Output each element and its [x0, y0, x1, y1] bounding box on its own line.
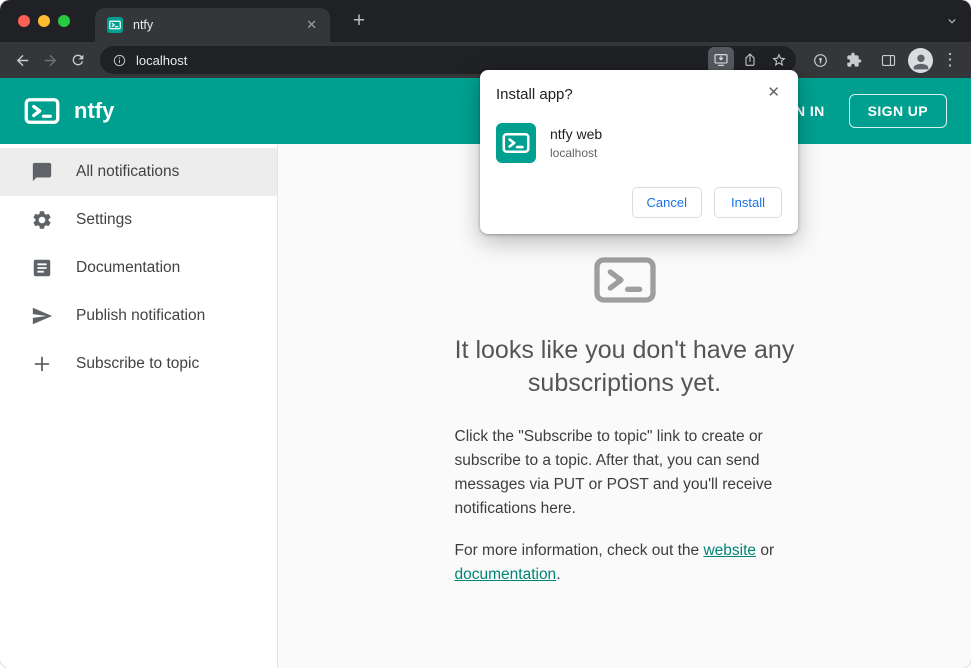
install-app-dialog: Install app? ✕ ntfy web localhost Cancel… [480, 70, 798, 234]
sidebar-item-label: Subscribe to topic [76, 355, 200, 372]
more-prefix: For more information, check out the [454, 542, 704, 560]
sidebar-item-label: Settings [76, 211, 133, 228]
tab-close-icon[interactable]: ✕ [301, 15, 322, 35]
browser-window: ntfy ✕ + localhost ⋮ ntfy IN SIGN UP All… [0, 0, 971, 668]
zoom-window-button[interactable] [58, 15, 70, 27]
traffic-lights [18, 15, 70, 27]
browser-tab-ntfy[interactable]: ntfy ✕ [95, 8, 330, 42]
close-window-button[interactable] [18, 15, 30, 27]
plus-icon [30, 352, 54, 376]
browser-tabstrip: ntfy ✕ + [0, 0, 971, 42]
cancel-button[interactable]: Cancel [631, 187, 702, 218]
site-info-icon[interactable] [112, 53, 127, 68]
send-icon [30, 304, 54, 328]
sidebar-item-label: All notifications [76, 163, 180, 180]
install-dialog-app-text: ntfy web localhost [550, 126, 602, 160]
profile-avatar[interactable] [908, 47, 933, 73]
gear-icon [30, 208, 54, 232]
ntfy-logo-icon [24, 93, 60, 129]
install-dialog-actions: Cancel Install [496, 187, 782, 218]
install-dialog-title: Install app? [496, 86, 573, 103]
sign-up-button[interactable]: SIGN UP [848, 94, 947, 128]
browser-menu-kebab-icon[interactable]: ⋮ [939, 50, 961, 70]
empty-state-heading: It looks like you don't have any subscri… [454, 336, 795, 397]
more-middle: or [756, 542, 775, 560]
forward-button[interactable] [36, 46, 64, 74]
tab-search-chevron-icon[interactable] [945, 14, 959, 28]
sidebar-item-subscribe-to-topic[interactable]: Subscribe to topic [0, 340, 277, 388]
url-text: localhost [136, 52, 188, 68]
empty-state-more: For more information, check out the webs… [455, 539, 795, 587]
sidebar-item-label: Publish notification [76, 307, 206, 324]
new-tab-button[interactable]: + [346, 9, 372, 33]
more-suffix: . [556, 566, 561, 584]
website-link[interactable]: website [703, 542, 756, 559]
tab-title: ntfy [133, 18, 154, 32]
chat-bubble-icon [30, 160, 54, 184]
side-panel-icon[interactable] [874, 46, 902, 74]
documentation-link[interactable]: documentation [455, 566, 557, 583]
app-origin: localhost [550, 146, 598, 160]
sidebar-item-settings[interactable]: Settings [0, 196, 277, 244]
brand-title: ntfy [74, 98, 115, 123]
reload-button[interactable] [64, 46, 92, 74]
ntfy-favicon [107, 17, 123, 33]
install-dialog-app-row: ntfy web localhost [496, 123, 782, 163]
sidebar-item-publish-notification[interactable]: Publish notification [0, 292, 277, 340]
sidebar-item-all-notifications[interactable]: All notifications [0, 148, 277, 196]
minimize-window-button[interactable] [38, 15, 50, 27]
password-manager-icon[interactable] [806, 46, 834, 74]
app-name: ntfy web [550, 126, 603, 142]
ntfy-app-icon [496, 123, 536, 163]
toolbar-extensions-area: ⋮ [804, 46, 963, 74]
install-button[interactable]: Install [714, 187, 782, 218]
ntfy-terminal-glyph [109, 20, 121, 30]
sidebar-item-documentation[interactable]: Documentation [0, 244, 277, 292]
back-button[interactable] [8, 46, 36, 74]
dialog-close-icon[interactable]: ✕ [762, 81, 785, 103]
sidebar: All notifications Settings Documentation… [0, 144, 278, 668]
extensions-puzzle-icon[interactable] [840, 46, 868, 74]
ntfy-terminal-icon [455, 248, 795, 312]
sidebar-item-label: Documentation [76, 259, 181, 276]
book-icon [30, 256, 54, 280]
empty-state-body: Click the "Subscribe to topic" link to c… [454, 428, 773, 518]
